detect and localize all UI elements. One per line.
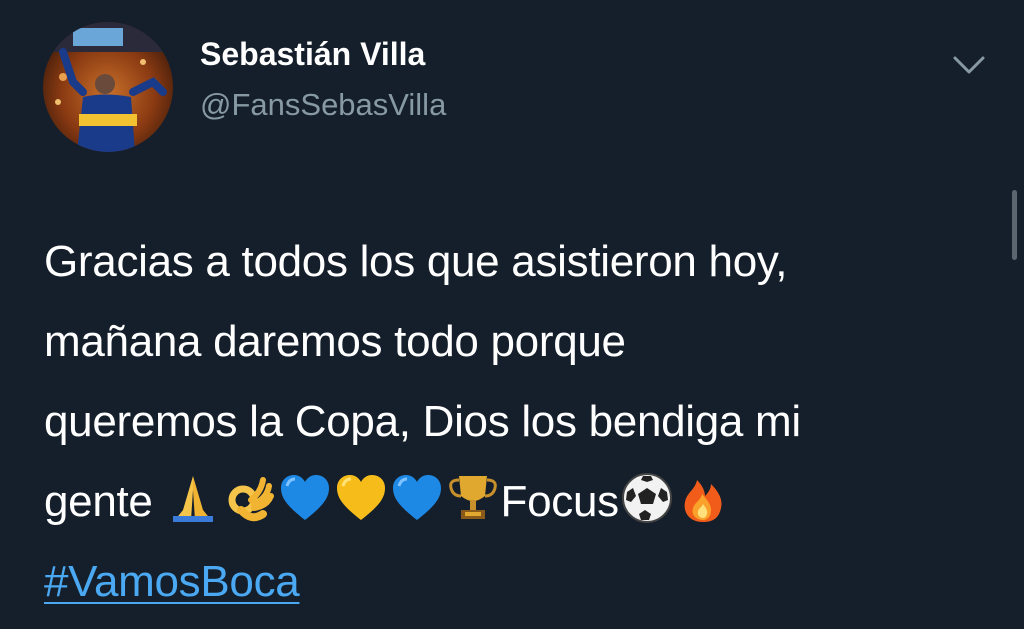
tweet-text-line-emoji: gente Focus [44,462,984,542]
trophy-emoji [445,470,501,526]
tweet-text-line: Gracias a todos los que asistieron hoy, [44,237,788,286]
yellow-heart-emoji [333,470,389,526]
hashtag-link[interactable]: #VamosBoca [44,557,300,606]
fire-emoji [675,470,731,526]
tweet-text-fragment: gente [44,477,165,526]
tweet-card: Sebastián Villa @FansSebasVilla Gracias … [0,0,1024,629]
soccer-ball-emoji [619,470,675,526]
author-display-name[interactable]: Sebastián Villa [200,38,425,70]
ok-hand-emoji [221,470,277,526]
chevron-down-icon[interactable] [947,50,991,80]
folded-hands-emoji [165,470,221,526]
blue-heart-emoji [277,470,333,526]
tweet-text-line: mañana daremos todo porque [44,317,626,366]
tweet-text-fragment: Focus [500,477,620,526]
tweet-hashtag-line: #VamosBoca [44,542,984,622]
author-handle[interactable]: @FansSebasVilla [200,89,446,120]
blue-heart-emoji [389,470,445,526]
scrollbar[interactable] [1012,190,1017,260]
tweet-text: Gracias a todos los que asistieron hoy, … [44,222,984,622]
avatar[interactable] [43,22,173,152]
tweet-text-line: queremos la Copa, Dios los bendiga mi [44,397,801,446]
